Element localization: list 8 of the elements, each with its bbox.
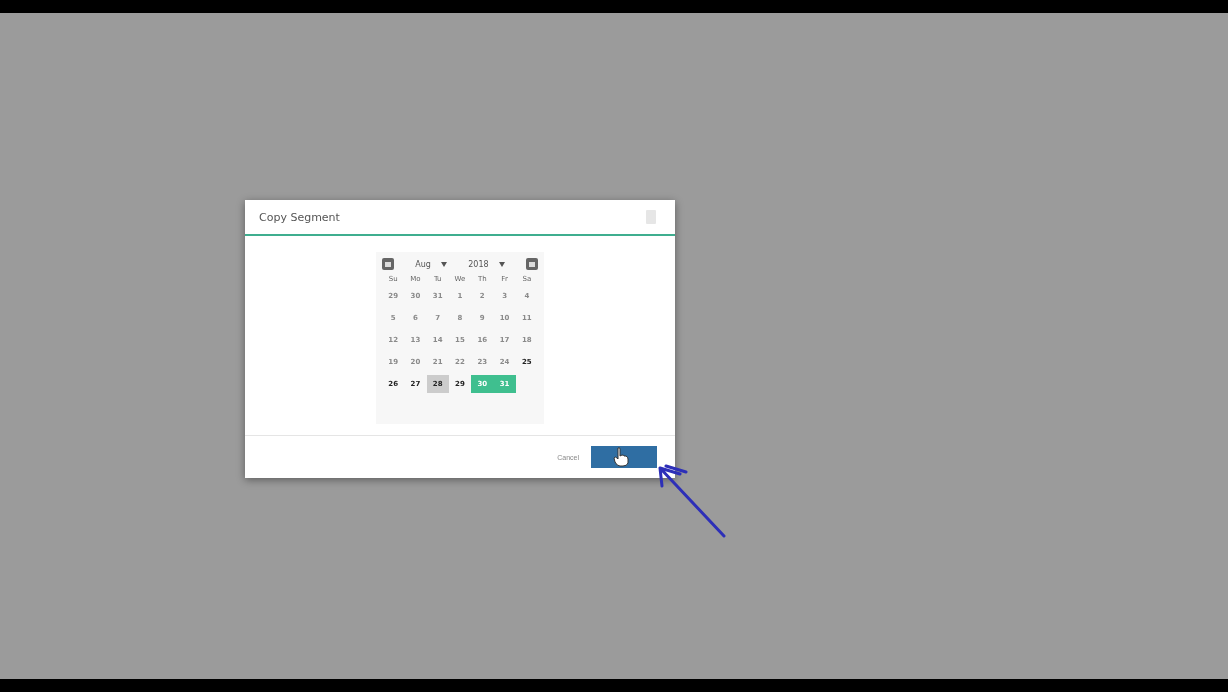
caret-icon [498, 261, 505, 267]
year-select[interactable]: 2018 [468, 259, 505, 269]
previous-month-icon[interactable] [382, 258, 394, 270]
caret-icon [440, 261, 447, 267]
hand-cursor-icon [613, 447, 629, 467]
next-month-icon[interactable] [525, 258, 538, 270]
month-select[interactable]: Aug [415, 259, 447, 269]
dialog-title: Copy Segment [259, 210, 340, 224]
